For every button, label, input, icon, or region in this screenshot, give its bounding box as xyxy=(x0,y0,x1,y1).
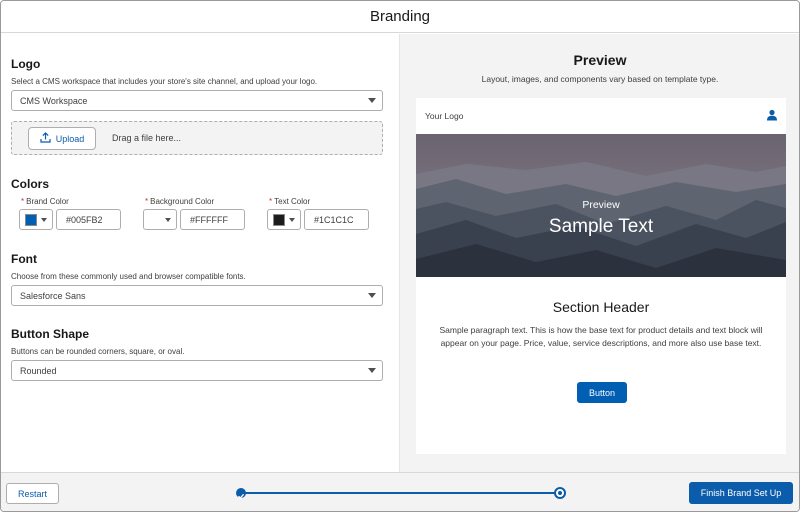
brand-color-value: #005FB2 xyxy=(66,214,103,225)
chevron-down-icon xyxy=(368,368,376,373)
font-help-text: Choose from these commonly used and brow… xyxy=(11,272,246,281)
upload-button[interactable]: Upload xyxy=(28,127,96,150)
text-color-swatch xyxy=(273,214,285,226)
chevron-down-icon xyxy=(368,293,376,298)
chevron-down-icon xyxy=(165,218,171,222)
footer-bar: Restart Finish Brand Set Up xyxy=(1,472,799,511)
background-color-input[interactable]: #FFFFFF xyxy=(180,209,245,230)
drag-file-text: Drag a file here... xyxy=(112,133,182,143)
font-section-title: Font xyxy=(11,252,37,266)
text-color-input[interactable]: #1C1C1C xyxy=(304,209,369,230)
text-color-label: * Text Color xyxy=(269,197,310,206)
button-shape-help-text: Buttons can be rounded corners, square, … xyxy=(11,347,185,356)
button-shape-select-value: Rounded xyxy=(20,365,57,376)
brand-color-label: * Brand Color xyxy=(21,197,69,206)
logo-section-title: Logo xyxy=(11,57,41,71)
preview-paragraph: Sample paragraph text. This is how the b… xyxy=(439,325,763,348)
colors-section-title: Colors xyxy=(11,177,50,191)
background-color-picker[interactable] xyxy=(143,209,177,230)
preview-subtitle: Layout, images, and components vary base… xyxy=(481,74,719,84)
hero-preview-text: Preview xyxy=(582,199,620,211)
cms-workspace-select[interactable]: CMS Workspace xyxy=(11,90,383,111)
text-color-label-text: Text Color xyxy=(274,197,311,206)
preview-card: Your Logo Preview Sample Text Section He… xyxy=(416,98,786,454)
preview-title: Preview xyxy=(573,52,627,68)
finish-brand-setup-button[interactable]: Finish Brand Set Up xyxy=(689,482,793,504)
background-color-label-text: Background Color xyxy=(150,197,215,206)
required-marker: * xyxy=(269,197,273,206)
preview-hero-image: Preview Sample Text xyxy=(416,134,786,277)
brand-color-picker[interactable] xyxy=(19,209,53,230)
font-select[interactable]: Salesforce Sans xyxy=(11,285,383,306)
text-color-picker[interactable] xyxy=(267,209,301,230)
preview-logo-text: Your Logo xyxy=(425,111,464,121)
logo-dropzone[interactable]: Upload Drag a file here... xyxy=(11,121,383,155)
step-current[interactable] xyxy=(554,487,566,499)
page-title: Branding xyxy=(369,8,431,25)
cms-workspace-value: CMS Workspace xyxy=(20,95,88,106)
preview-panel: Preview Layout, images, and components v… xyxy=(399,34,799,472)
background-color-label: * Background Color xyxy=(145,197,214,206)
user-icon xyxy=(766,108,778,126)
chevron-down-icon xyxy=(41,218,47,222)
progress-track xyxy=(242,492,558,494)
button-shape-section-title: Button Shape xyxy=(11,327,89,341)
hero-sample-text: Sample Text xyxy=(548,216,654,237)
preview-section-header: Section Header xyxy=(552,299,650,315)
text-color-value: #1C1C1C xyxy=(314,214,354,225)
current-step-dot xyxy=(558,491,562,495)
background-color-value: #FFFFFF xyxy=(190,214,228,225)
branding-window: Branding Logo Select a CMS workspace tha… xyxy=(0,0,800,512)
button-shape-select[interactable]: Rounded xyxy=(11,360,383,381)
font-select-value: Salesforce Sans xyxy=(20,290,86,301)
upload-label: Upload xyxy=(55,133,85,144)
logo-help-text: Select a CMS workspace that includes you… xyxy=(11,77,318,86)
brand-color-swatch xyxy=(25,214,37,226)
required-marker: * xyxy=(21,197,25,206)
required-marker: * xyxy=(145,197,149,206)
background-color-swatch xyxy=(149,214,161,226)
brand-color-label-text: Brand Color xyxy=(26,197,69,206)
progress-indicator xyxy=(236,487,566,499)
step-complete[interactable] xyxy=(236,488,246,499)
chevron-down-icon xyxy=(368,98,376,103)
top-bar: Branding xyxy=(1,1,799,33)
branding-form: Logo Select a CMS workspace that include… xyxy=(1,34,399,472)
brand-color-input[interactable]: #005FB2 xyxy=(56,209,121,230)
upload-icon xyxy=(40,132,51,145)
check-icon xyxy=(238,493,245,499)
chevron-down-icon xyxy=(289,218,295,222)
restart-button[interactable]: Restart xyxy=(6,483,59,504)
preview-sample-button: Button xyxy=(577,382,627,403)
